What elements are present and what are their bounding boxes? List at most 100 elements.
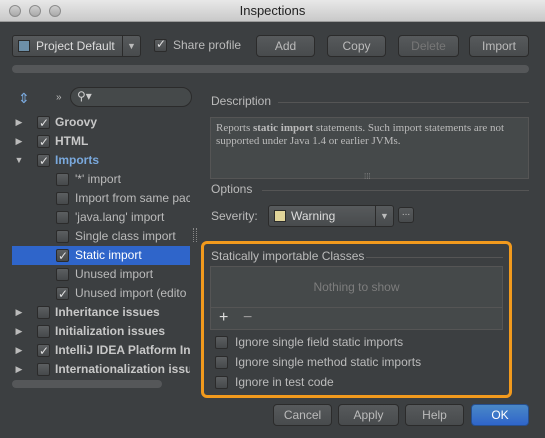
tree-item-label: '*' import: [75, 172, 121, 186]
search-icon: ⚲▾: [77, 89, 92, 103]
more-icon[interactable]: »: [56, 92, 62, 103]
minimize-window-icon[interactable]: [29, 5, 41, 17]
add-class-icon[interactable]: +: [219, 309, 228, 327]
share-profile-label: Share profile: [173, 38, 242, 52]
tree-item-checkbox[interactable]: [37, 306, 50, 319]
collapsed-arrow-icon[interactable]: ▶: [14, 132, 24, 151]
tree-item-star-import[interactable]: '*' import: [12, 170, 190, 189]
tree-item-groovy[interactable]: ▶ Groovy: [12, 113, 190, 132]
share-profile-checkbox[interactable]: [154, 37, 167, 52]
tree-item-internationalization[interactable]: ▶ Internationalization issu: [12, 360, 190, 378]
ignore-method-label: Ignore single method static imports: [235, 355, 422, 369]
ignore-test-code-checkbox[interactable]: [215, 376, 228, 390]
tree-item-checkbox[interactable]: [37, 133, 50, 151]
cancel-button[interactable]: Cancel: [273, 404, 332, 426]
ignore-method-option[interactable]: Ignore single method static imports: [215, 353, 421, 371]
tree-item-inheritance-issues[interactable]: ▶ Inheritance issues: [12, 303, 190, 322]
tree-item-checkbox[interactable]: [56, 247, 69, 265]
tree-item-label: Single class import: [75, 229, 176, 243]
search-input[interactable]: ⚲▾: [70, 87, 192, 107]
options-heading: Options: [211, 182, 253, 196]
chevron-down-icon: ▼: [122, 36, 140, 56]
collapsed-arrow-icon[interactable]: ▶: [14, 113, 24, 132]
tree-item-checkbox[interactable]: [37, 342, 50, 360]
tree-item-label: IntelliJ IDEA Platform In: [55, 343, 190, 357]
tree-item-html[interactable]: ▶ HTML: [12, 132, 190, 151]
tree-item-label: HTML: [55, 134, 89, 148]
tree-item-label: Internationalization issu: [55, 362, 190, 376]
tree-item-label: Unused import (edito: [75, 286, 187, 300]
classes-empty-text: Nothing to show: [313, 280, 400, 294]
ok-button[interactable]: OK: [471, 404, 529, 426]
tree-item-checkbox[interactable]: [56, 211, 69, 224]
description-text: Reports static import statements. Such i…: [210, 117, 529, 179]
tree-item-intellij-platform[interactable]: ▶ IntelliJ IDEA Platform In: [12, 341, 190, 360]
profile-select[interactable]: Project Default ▼: [12, 35, 141, 57]
close-window-icon[interactable]: [9, 5, 21, 17]
tree-item-checkbox[interactable]: [37, 325, 50, 338]
profile-icon: [18, 40, 30, 52]
severity-more-button[interactable]: ...: [398, 207, 414, 223]
tree-horizontal-scrollbar[interactable]: [12, 380, 162, 388]
tree-item-checkbox[interactable]: [56, 268, 69, 281]
apply-button[interactable]: Apply: [338, 404, 399, 426]
tree-item-checkbox[interactable]: [56, 192, 69, 205]
tree-item-checkbox[interactable]: [56, 285, 69, 303]
copy-button[interactable]: Copy: [327, 35, 386, 57]
collapsed-arrow-icon[interactable]: ▶: [14, 360, 24, 378]
tree-item-java-lang-import[interactable]: 'java.lang' import: [12, 208, 190, 227]
tree-item-checkbox[interactable]: [37, 363, 50, 376]
title-bar: Inspections: [0, 0, 545, 22]
tree-item-imports[interactable]: ▼ Imports: [12, 151, 190, 170]
tree-item-initialization-issues[interactable]: ▶ Initialization issues: [12, 322, 190, 341]
delete-button[interactable]: Delete: [398, 35, 459, 57]
profile-select-value: Project Default: [36, 39, 115, 53]
ignore-field-label: Ignore single field static imports: [235, 335, 404, 349]
description-heading: Description: [211, 94, 272, 108]
severity-select[interactable]: Warning ▼: [268, 205, 394, 227]
horizontal-scrollbar-top[interactable]: [12, 65, 529, 73]
resize-grip-icon[interactable]: ⁞⁞⁞: [364, 172, 371, 181]
classes-list[interactable]: Nothing to show + −: [210, 266, 503, 330]
tree-item-checkbox[interactable]: [56, 173, 69, 186]
tree-item-label: Initialization issues: [55, 324, 166, 338]
tree-item-import-same-package[interactable]: Import from same pac: [12, 189, 190, 208]
tree-item-label: Unused import: [75, 267, 154, 281]
expanded-arrow-icon[interactable]: ▼: [14, 151, 24, 170]
zoom-window-icon[interactable]: [49, 5, 61, 17]
tree-item-label: Static import: [75, 248, 142, 262]
tree-item-unused-import[interactable]: Unused import: [12, 265, 190, 284]
description-prefix: Reports: [216, 122, 253, 134]
tree-item-checkbox[interactable]: [37, 152, 50, 170]
tree-item-unused-import-editor[interactable]: Unused import (edito: [12, 284, 190, 303]
inspection-tree[interactable]: ▶ Groovy ▶ HTML ▼ Imports '*' import Imp…: [12, 112, 190, 378]
tree-item-checkbox[interactable]: [37, 114, 50, 132]
description-separator: [278, 102, 529, 103]
ignore-field-checkbox[interactable]: [215, 336, 228, 350]
collapsed-arrow-icon[interactable]: ▶: [14, 341, 24, 360]
expand-all-icon[interactable]: ⇕: [18, 90, 30, 107]
tree-item-label: Import from same pac: [75, 191, 190, 205]
classes-separator: [366, 257, 503, 258]
ignore-test-code-option[interactable]: Ignore in test code: [215, 373, 334, 391]
window-title: Inspections: [239, 3, 306, 18]
help-button[interactable]: Help: [405, 404, 464, 426]
classes-heading: Statically importable Classes: [211, 249, 365, 263]
splitter-handle[interactable]: [193, 228, 197, 242]
description-keyword: static import: [252, 122, 314, 134]
tree-item-label: Groovy: [55, 115, 98, 129]
ignore-field-option[interactable]: Ignore single field static imports: [215, 333, 403, 351]
severity-color-swatch: [274, 210, 286, 222]
remove-class-icon[interactable]: −: [243, 309, 252, 327]
tree-item-single-class-import[interactable]: Single class import: [12, 227, 190, 246]
add-button[interactable]: Add: [256, 35, 315, 57]
collapsed-arrow-icon[interactable]: ▶: [14, 303, 24, 322]
tree-item-static-import[interactable]: Static import: [12, 246, 190, 265]
import-button[interactable]: Import: [469, 35, 529, 57]
tree-item-label: 'java.lang' import: [75, 210, 165, 224]
tree-item-label: Inheritance issues: [55, 305, 160, 319]
tree-item-checkbox[interactable]: [56, 230, 69, 243]
ignore-test-code-label: Ignore in test code: [235, 375, 334, 389]
collapsed-arrow-icon[interactable]: ▶: [14, 322, 24, 341]
ignore-method-checkbox[interactable]: [215, 356, 228, 370]
